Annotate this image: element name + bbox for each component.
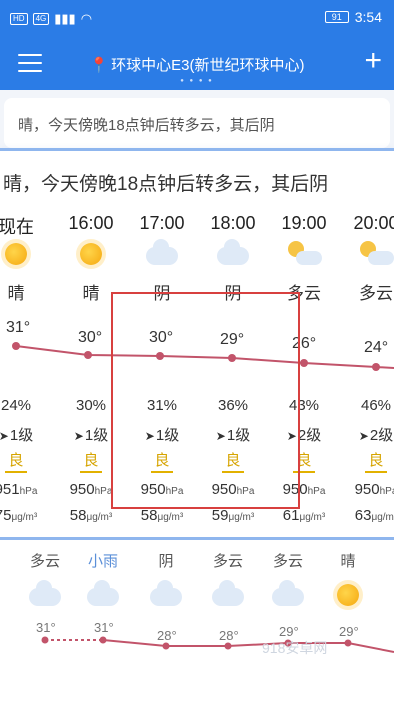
wind-arrow-icon: ➤ bbox=[0, 429, 9, 443]
plus-icon[interactable]: + bbox=[364, 46, 382, 76]
aqi-label: 良 bbox=[340, 449, 394, 473]
day-condition: 小雨 bbox=[87, 553, 118, 570]
signal-badge: 4G bbox=[32, 13, 50, 25]
pm-value: 58μg/m³ bbox=[140, 507, 184, 524]
day-column: 晴 bbox=[318, 550, 378, 618]
pm-value: 58μg/m³ bbox=[69, 507, 113, 524]
day-column: 阴 bbox=[136, 550, 196, 618]
hourly-zoom-panel[interactable]: 晴，今天傍晚18点钟后转多云，其后阴 现在 晴 16:00 晴 17:00 阴 … bbox=[0, 148, 394, 540]
precip-percent: 46% bbox=[360, 397, 392, 414]
day-condition: 多云 bbox=[272, 553, 303, 570]
cloud-icon bbox=[136, 578, 196, 618]
summary-card: 晴，今天傍晚18点钟后转多云，其后阴 bbox=[4, 98, 390, 148]
day-temp: 28° bbox=[157, 628, 177, 643]
watermark: 918安卓网 bbox=[262, 640, 328, 656]
cloud-icon bbox=[198, 578, 258, 618]
pm-value: 59μg/m³ bbox=[211, 507, 255, 524]
location-pin-icon: 📍 bbox=[89, 57, 109, 74]
sunny-icon bbox=[318, 578, 378, 618]
battery-icon: 91 bbox=[324, 11, 349, 23]
summary-text: 晴，今天傍晚18点钟后转多云，其后阴 bbox=[18, 117, 275, 134]
day-temp: 31° bbox=[94, 620, 114, 635]
wind-level: ➤2级 bbox=[358, 427, 394, 444]
location-label: 环球中心E3(新世纪环球中心) bbox=[111, 57, 305, 74]
day-column: 多云 bbox=[198, 550, 258, 618]
day-condition: 晴 bbox=[340, 553, 356, 570]
rain-icon bbox=[73, 578, 133, 618]
pressure-value: 951hPa bbox=[0, 481, 38, 498]
wifi-icon: ◠ bbox=[80, 11, 93, 26]
signal-icon: ▮▮▮ bbox=[54, 11, 76, 26]
hour-details: 46% ➤2级 良 950hPa 63μg/m³ bbox=[340, 151, 394, 537]
day-column: 多云 bbox=[15, 550, 75, 618]
day-temp: 29° bbox=[339, 624, 359, 639]
day-condition: 阴 bbox=[158, 553, 174, 570]
status-right: 91 3:54 bbox=[324, 9, 382, 25]
hour-details: 24% ➤1级 良 951hPa 75μg/m³ bbox=[0, 151, 52, 537]
wind-level: ➤1级 bbox=[0, 424, 52, 445]
pm-value: 63μg/m³ bbox=[354, 507, 394, 524]
daily-forecast-section: 多云 小雨 阴 多云 多云 晴 31° 31° 28° 28° 29° 29° … bbox=[0, 540, 394, 720]
day-condition: 多云 bbox=[29, 553, 60, 570]
wind-arrow-icon: ➤ bbox=[358, 429, 369, 443]
precip-percent: 24% bbox=[0, 397, 32, 414]
day-column: 小雨 bbox=[73, 550, 133, 618]
day-temp: 31° bbox=[36, 620, 56, 635]
pm-value: 75μg/m³ bbox=[0, 507, 38, 524]
day-temp: 29° bbox=[279, 624, 299, 639]
highlight-box bbox=[111, 292, 300, 509]
status-left: HD 4G ▮▮▮ ◠ bbox=[10, 11, 92, 27]
cloud-icon bbox=[15, 578, 75, 618]
location-title[interactable]: 📍 环球中心E3(新世纪环球中心) bbox=[0, 54, 394, 75]
status-bar: HD 4G ▮▮▮ ◠ 91 3:54 bbox=[0, 0, 394, 40]
wind-arrow-icon: ➤ bbox=[73, 429, 84, 443]
pressure-value: 950hPa bbox=[354, 481, 394, 498]
day-column: 多云 bbox=[258, 550, 318, 618]
clock: 3:54 bbox=[354, 9, 382, 25]
page-indicator: ● ● ● ● bbox=[180, 78, 214, 84]
network-badge: HD bbox=[10, 13, 28, 25]
day-temp: 28° bbox=[219, 628, 239, 643]
day-condition: 多云 bbox=[212, 553, 243, 570]
aqi-label: 良 bbox=[0, 449, 52, 473]
pm-value: 61μg/m³ bbox=[282, 507, 326, 524]
cloud-icon bbox=[258, 578, 318, 618]
app-header: 📍 环球中心E3(新世纪环球中心) ● ● ● ● + bbox=[0, 40, 394, 90]
